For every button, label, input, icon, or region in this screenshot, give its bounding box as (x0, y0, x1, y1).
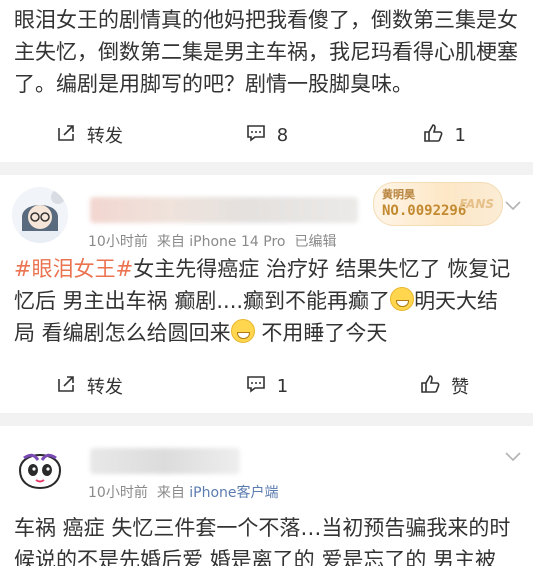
divider (0, 162, 533, 175)
comment-icon (245, 373, 267, 400)
avatar[interactable] (12, 438, 68, 494)
repost-icon (55, 122, 77, 149)
comment-button[interactable]: 1 (178, 373, 356, 400)
username-blurred[interactable] (90, 448, 240, 474)
badge-number: NO.0092296 (382, 203, 467, 219)
badge-name: 黄明昊 (382, 188, 415, 201)
post-header: 10小时前 来自 iPhone客户端 (0, 426, 533, 504)
post-time: 10小时前 (88, 485, 148, 501)
post-meta: 10小时前 来自 iPhone客户端 (88, 482, 279, 502)
chevron-down-icon[interactable] (505, 201, 521, 211)
post-header: 黄明昊 NO.0092296 FANS 10小时前 来自 iPhone 14 P… (0, 175, 533, 253)
comment-icon (245, 122, 267, 149)
username-blurred[interactable] (90, 197, 358, 223)
repost-icon (55, 373, 77, 400)
post-text-part-c: 不用睡了今天 (254, 321, 388, 345)
post-source-wrap: 来自 iPhone 14 Pro (157, 231, 286, 251)
post-card-3: 10小时前 来自 iPhone客户端 车祸 癌症 失忆三件套一个不落…当初预告骗… (0, 426, 533, 566)
avatar[interactable] (12, 187, 68, 243)
post-text: #眼泪女王#女主先得癌症 治疗好 结果失忆了 恢复记忆后 男主出车祸 癫剧...… (0, 253, 533, 349)
repost-label: 转发 (86, 377, 123, 398)
badge-fans: FANS (459, 197, 494, 211)
post-actions: 转发 1 赞 (0, 359, 533, 413)
like-button[interactable]: 1 (355, 122, 533, 149)
repost-label: 转发 (86, 126, 123, 147)
post-card-2: 黄明昊 NO.0092296 FANS 10小时前 来自 iPhone 14 P… (0, 175, 533, 413)
post-card-1: 眼泪女王的剧情真的他妈把我看傻了，倒数第三集是女主失忆，倒数第二集是男主车祸，我… (0, 0, 533, 162)
post-source-wrap: 来自 iPhone客户端 (157, 482, 279, 502)
post-actions: 转发 8 1 (0, 108, 533, 162)
chevron-down-icon[interactable] (505, 452, 521, 462)
repost-button[interactable]: 转发 (0, 122, 178, 149)
topic-link[interactable]: #眼泪女王# (14, 257, 133, 281)
post-text: 车祸 癌症 失忆三件套一个不落…当初预告骗我来的时候说的不是先婚后爱 婚是离了的… (14, 516, 511, 566)
source-prefix: 来自 (156, 234, 185, 250)
repost-button[interactable]: 转发 (0, 373, 178, 400)
thumbs-up-icon (419, 373, 441, 400)
thumbs-up-icon (422, 122, 444, 149)
comment-count: 8 (276, 124, 289, 146)
like-label: 赞 (451, 377, 470, 398)
like-count: 1 (454, 124, 466, 146)
post-time: 10小时前 (88, 234, 148, 250)
source-prefix: 来自 (156, 485, 185, 501)
post-meta: 10小时前 来自 iPhone 14 Pro 已编辑 (88, 231, 336, 251)
comment-button[interactable]: 8 (178, 122, 356, 149)
post-source: iPhone 14 Pro (189, 234, 286, 250)
fan-badge[interactable]: 黄明昊 NO.0092296 FANS (373, 182, 503, 226)
post-source[interactable]: iPhone客户端 (189, 485, 278, 501)
post-text: 眼泪女王的剧情真的他妈把我看傻了，倒数第三集是女主失忆，倒数第二集是男主车祸，我… (14, 8, 518, 96)
like-button[interactable]: 赞 (355, 373, 533, 400)
comment-count: 1 (276, 375, 289, 397)
grimace-emoji-icon (390, 287, 415, 311)
divider (0, 413, 533, 426)
edited-label: 已编辑 (294, 234, 337, 250)
laughing-emoji-icon (230, 319, 255, 343)
